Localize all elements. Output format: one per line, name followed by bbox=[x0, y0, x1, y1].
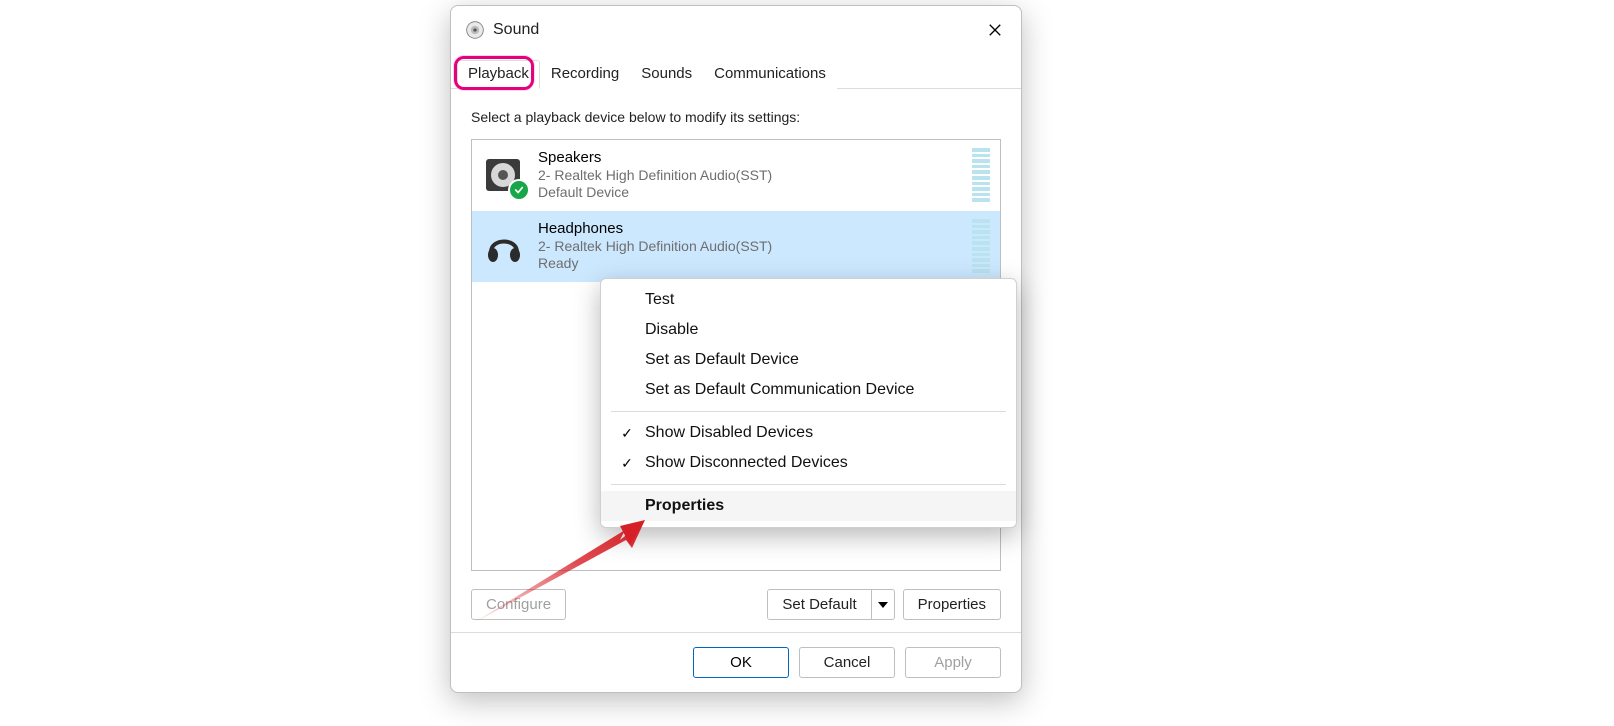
tab-sounds[interactable]: Sounds bbox=[630, 60, 703, 89]
device-row-speakers[interactable]: Speakers 2- Realtek High Definition Audi… bbox=[472, 140, 1000, 211]
titlebar: Sound bbox=[451, 6, 1021, 48]
device-buttons-row: Configure Set Default Properties bbox=[471, 589, 1001, 620]
apply-button[interactable]: Apply bbox=[905, 647, 1001, 678]
instruction-label: Select a playback device below to modify… bbox=[471, 109, 1001, 125]
cm-separator bbox=[611, 411, 1006, 412]
close-button[interactable] bbox=[981, 16, 1009, 44]
sound-dialog-icon bbox=[465, 20, 485, 40]
set-default-split-button[interactable]: Set Default bbox=[767, 589, 894, 620]
cm-disable[interactable]: Disable bbox=[601, 315, 1016, 345]
tab-communications[interactable]: Communications bbox=[703, 60, 837, 89]
headphones-icon bbox=[482, 224, 526, 268]
cm-properties[interactable]: Properties bbox=[601, 491, 1016, 521]
cancel-button[interactable]: Cancel bbox=[799, 647, 895, 678]
check-icon: ✓ bbox=[617, 425, 637, 442]
default-check-badge bbox=[508, 179, 530, 201]
device-subtitle: 2- Realtek High Definition Audio(SST) bbox=[538, 238, 960, 255]
device-name: Headphones bbox=[538, 220, 960, 238]
device-subtitle: 2- Realtek High Definition Audio(SST) bbox=[538, 167, 960, 184]
cm-set-default-communication-device[interactable]: Set as Default Communication Device bbox=[601, 375, 1016, 405]
device-context-menu: Test Disable Set as Default Device Set a… bbox=[600, 278, 1017, 528]
cm-set-default-device[interactable]: Set as Default Device bbox=[601, 345, 1016, 375]
level-meter bbox=[972, 219, 990, 273]
cm-test[interactable]: Test bbox=[601, 285, 1016, 315]
set-default-dropdown[interactable] bbox=[871, 590, 894, 619]
speaker-icon bbox=[482, 153, 526, 197]
dialog-footer: OK Cancel Apply bbox=[451, 632, 1021, 692]
configure-button[interactable]: Configure bbox=[471, 589, 566, 620]
window-title: Sound bbox=[493, 21, 539, 39]
cm-separator bbox=[611, 484, 1006, 485]
cm-show-disconnected-devices[interactable]: ✓ Show Disconnected Devices bbox=[601, 448, 1016, 478]
device-name: Speakers bbox=[538, 149, 960, 167]
properties-button[interactable]: Properties bbox=[903, 589, 1001, 620]
tab-bar: Playback Recording Sounds Communications bbox=[451, 48, 1021, 89]
level-meter bbox=[972, 148, 990, 202]
device-status: Ready bbox=[538, 255, 960, 272]
device-status: Default Device bbox=[538, 184, 960, 201]
tab-recording[interactable]: Recording bbox=[540, 60, 630, 89]
device-row-headphones[interactable]: Headphones 2- Realtek High Definition Au… bbox=[472, 211, 1000, 282]
tab-playback[interactable]: Playback bbox=[457, 60, 540, 89]
check-icon: ✓ bbox=[617, 455, 637, 472]
cm-show-disabled-devices[interactable]: ✓ Show Disabled Devices bbox=[601, 418, 1016, 448]
ok-button[interactable]: OK bbox=[693, 647, 789, 678]
set-default-button[interactable]: Set Default bbox=[768, 590, 870, 619]
